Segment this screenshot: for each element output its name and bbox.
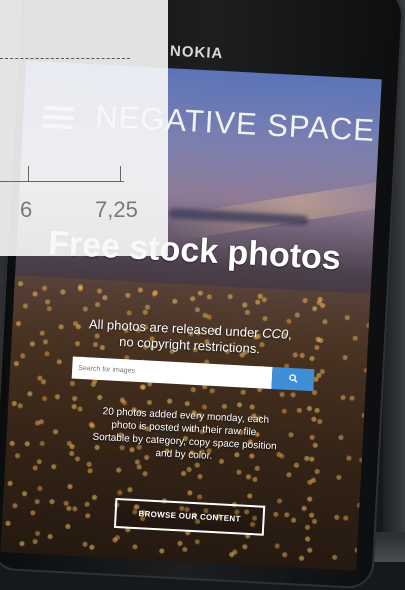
ruler-line (0, 181, 124, 182)
search-button[interactable] (271, 366, 315, 392)
dashed-guide-line (0, 58, 130, 59)
ruler-overlay-panel: 6 7,25 (0, 0, 168, 256)
ruler-tick-label: 7,25 (95, 197, 138, 222)
license-text: CC0 (261, 325, 289, 342)
ruler-tick (28, 166, 29, 182)
ruler-tick-label: 6 (20, 197, 33, 222)
info-line-4: and by color. (155, 447, 213, 462)
phone-brand: NOKIA (169, 42, 224, 63)
subline-comma: , (287, 326, 293, 342)
search-icon (288, 374, 297, 383)
ruler-tick (120, 166, 121, 182)
